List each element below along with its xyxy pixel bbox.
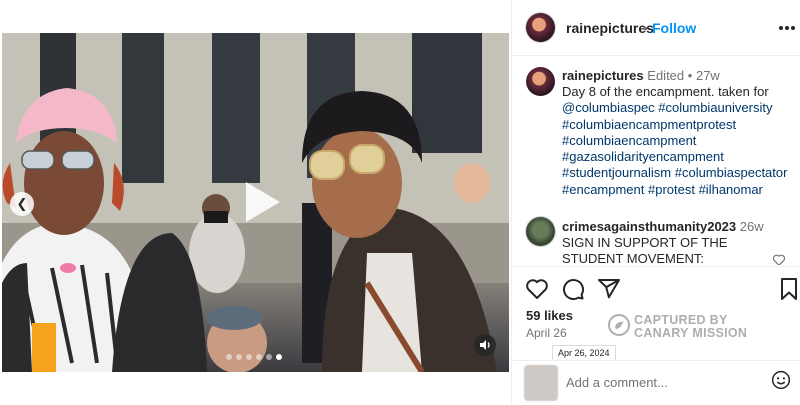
previous-media-button[interactable]: ❮ xyxy=(10,192,34,216)
current-user-avatar xyxy=(524,365,558,401)
carousel-indicator xyxy=(226,354,282,360)
follow-button[interactable]: Follow xyxy=(652,20,696,36)
header-separator: • xyxy=(643,20,648,36)
caption-text: Day 8 of the encampment. taken for @colum… xyxy=(562,84,794,198)
bookmark-icon[interactable] xyxy=(777,277,800,301)
comment-text: SIGN IN SUPPORT OF THE STUDENT MOVEMENT: xyxy=(562,235,728,265)
carousel-dot[interactable] xyxy=(246,354,252,360)
date-tooltip: Apr 26, 2024 xyxy=(552,345,616,361)
media-panel: ❮ xyxy=(0,0,511,405)
like-count[interactable]: 59 likes xyxy=(526,308,573,323)
commenter-avatar[interactable] xyxy=(526,217,555,246)
caption-time[interactable]: 27w xyxy=(696,68,720,83)
caption-meta: rainepictures Edited • 27w xyxy=(562,68,720,83)
author-avatar[interactable] xyxy=(526,13,555,42)
carousel-dot[interactable] xyxy=(226,354,232,360)
emoji-icon[interactable] xyxy=(771,370,791,390)
caption-separator: • xyxy=(687,68,693,83)
caption-line: #encampment #protest #ilhanomar xyxy=(562,181,763,197)
mute-toggle-button[interactable] xyxy=(474,334,496,356)
caption-line: Day 8 of the encampment. taken for xyxy=(562,84,769,99)
comment-meta: crimesagainsthumanity2023 26w xyxy=(562,219,764,234)
caption-line: #studentjournalism #columbiaspectator xyxy=(562,165,788,181)
comment-icon[interactable] xyxy=(561,277,585,301)
comment-like-icon[interactable] xyxy=(772,253,786,265)
caption-line: @columbiaspec #columbiauniversity xyxy=(562,100,773,116)
share-icon[interactable] xyxy=(597,277,621,301)
speaker-icon xyxy=(480,340,490,350)
caption-line: #gazasolidarityencampment xyxy=(562,149,724,165)
author-username[interactable]: rainepictures xyxy=(566,20,654,36)
comments-section: rainepictures Edited • 27w Day 8 of the … xyxy=(512,57,800,265)
canary-bird-icon xyxy=(608,314,630,336)
post-details-panel: rainepictures • Follow rainepictures Edi… xyxy=(511,0,800,405)
carousel-dot[interactable] xyxy=(276,354,282,360)
comment-username[interactable]: crimesagainsthumanity2023 xyxy=(562,219,736,234)
post-date[interactable]: April 26 xyxy=(526,326,567,340)
caption-edited-label: Edited xyxy=(647,68,685,83)
post-header: rainepictures • Follow xyxy=(512,0,800,56)
watermark: CAPTURED BY CANARY MISSION xyxy=(608,312,758,342)
post-actions xyxy=(512,266,800,310)
caption-avatar[interactable] xyxy=(526,67,555,96)
carousel-dot[interactable] xyxy=(236,354,242,360)
carousel-dot[interactable] xyxy=(256,354,262,360)
caption-username[interactable]: rainepictures xyxy=(562,68,644,83)
caption-line: #columbiaencampmentprotest xyxy=(562,116,737,132)
add-comment-input[interactable] xyxy=(566,373,756,391)
chevron-left-icon: ❮ xyxy=(16,196,28,211)
caption-line: #columbiaencampment xyxy=(562,132,697,148)
add-comment-bar xyxy=(512,360,800,405)
watermark-line-2: CANARY MISSION xyxy=(634,326,748,340)
comment-time[interactable]: 26w xyxy=(740,219,764,234)
watermark-line-1: CAPTURED BY xyxy=(634,313,728,327)
more-horizontal-icon[interactable] xyxy=(778,25,796,31)
carousel-dot[interactable] xyxy=(266,354,272,360)
heart-icon[interactable] xyxy=(525,277,549,301)
play-icon[interactable] xyxy=(230,172,290,232)
